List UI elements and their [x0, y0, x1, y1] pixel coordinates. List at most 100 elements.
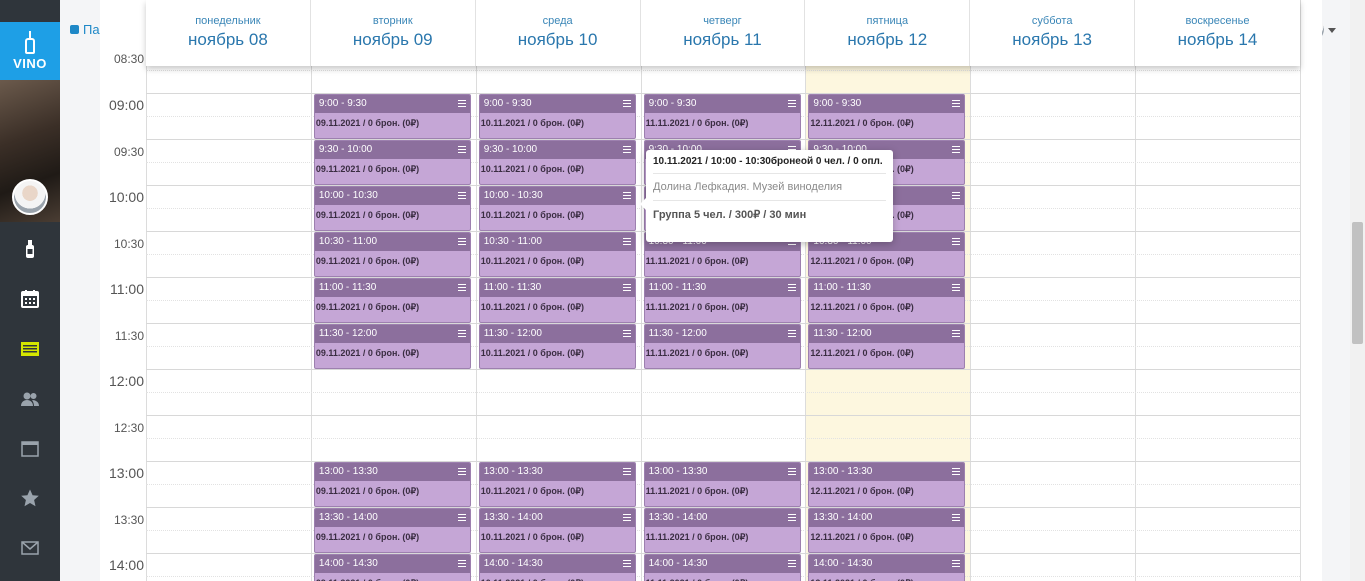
nav-item-mail[interactable] — [0, 528, 60, 568]
menu-icon[interactable] — [622, 468, 631, 475]
event-slot[interactable]: 10:30 - 11:00 10.11.2021 / 0 брон. (0₽) — [478, 232, 636, 277]
menu-icon[interactable] — [952, 192, 961, 199]
event-time-label: 11:30 - 12:00 — [318, 328, 378, 339]
event-slot[interactable]: 9:00 - 9:30 09.11.2021 / 0 брон. (0₽) — [313, 94, 471, 139]
event-slot[interactable]: 9:30 - 10:00 10.11.2021 / 0 брон. (0₽) — [478, 140, 636, 185]
event-time: 11:30 - 12:00 — [644, 325, 800, 343]
event-slot[interactable]: 14:00 - 14:30 11.11.2021 / 0 брон. (0₽) — [643, 554, 801, 581]
menu-icon[interactable] — [457, 468, 466, 475]
event-summary: 10.11.2021 / 0 брон. (0₽) — [480, 118, 584, 128]
event-time-label: 13:30 - 14:00 — [813, 512, 873, 523]
event-slot[interactable]: 13:00 - 13:30 10.11.2021 / 0 брон. (0₽) — [478, 462, 636, 507]
event-slot[interactable]: 11:00 - 11:30 12.11.2021 / 0 брон. (0₽) — [808, 278, 966, 323]
menu-icon[interactable] — [622, 284, 631, 291]
nav-item-calendar[interactable] — [0, 279, 60, 319]
day-header[interactable]: четверг ноябрь 11 — [641, 0, 806, 66]
event-time: 13:30 - 14:00 — [644, 509, 800, 527]
menu-icon[interactable] — [622, 330, 631, 337]
menu-icon[interactable] — [787, 514, 796, 521]
nav-item-users[interactable] — [0, 379, 60, 419]
event-slot[interactable]: 11:30 - 12:00 12.11.2021 / 0 брон. (0₽) — [808, 324, 966, 369]
menu-icon[interactable] — [952, 560, 961, 567]
event-time: 10:00 - 10:30 — [314, 187, 470, 205]
event-slot[interactable]: 9:30 - 10:00 09.11.2021 / 0 брон. (0₽) — [313, 140, 471, 185]
day-header[interactable]: вторник ноябрь 09 — [311, 0, 476, 66]
menu-icon[interactable] — [952, 284, 961, 291]
event-summary: 12.11.2021 / 0 брон. (0₽) — [810, 256, 914, 266]
column-divider — [146, 0, 147, 581]
event-slot[interactable]: 10:00 - 10:30 10.11.2021 / 0 брон. (0₽) — [478, 186, 636, 231]
menu-icon[interactable] — [952, 514, 961, 521]
menu-icon[interactable] — [622, 146, 631, 153]
menu-icon[interactable] — [457, 284, 466, 291]
sidebar: VINO — [0, 0, 60, 581]
event-time-label: 10:00 - 10:30 — [483, 190, 543, 201]
event-summary: 10.11.2021 / 0 брон. (0₽) — [480, 348, 584, 358]
event-slot[interactable]: 11:30 - 12:00 11.11.2021 / 0 брон. (0₽) — [643, 324, 801, 369]
menu-icon[interactable] — [952, 238, 961, 245]
event-slot[interactable]: 13:00 - 13:30 12.11.2021 / 0 брон. (0₽) — [808, 462, 966, 507]
column-divider — [1135, 0, 1137, 581]
menu-icon[interactable] — [457, 100, 466, 107]
day-of-week: четверг — [703, 15, 742, 27]
menu-icon[interactable] — [787, 560, 796, 567]
menu-icon[interactable] — [457, 560, 466, 567]
event-slot[interactable]: 9:00 - 9:30 12.11.2021 / 0 брон. (0₽) — [808, 94, 966, 139]
menu-icon[interactable] — [622, 192, 631, 199]
menu-icon[interactable] — [787, 330, 796, 337]
nav-item-favorites[interactable] — [0, 478, 60, 518]
nav-item-list[interactable] — [0, 329, 60, 369]
menu-icon[interactable] — [952, 100, 961, 107]
event-slot[interactable]: 13:30 - 14:00 10.11.2021 / 0 брон. (0₽) — [478, 508, 636, 553]
menu-icon[interactable] — [952, 468, 961, 475]
event-time-label: 11:30 - 12:00 — [813, 328, 872, 339]
event-slot[interactable]: 11:00 - 11:30 09.11.2021 / 0 брон. (0₽) — [313, 278, 471, 323]
menu-icon[interactable] — [457, 146, 466, 153]
event-time: 11:00 - 11:30 — [644, 279, 800, 297]
event-slot[interactable]: 13:30 - 14:00 11.11.2021 / 0 брон. (0₽) — [643, 508, 801, 553]
event-slot[interactable]: 10:30 - 11:00 09.11.2021 / 0 брон. (0₽) — [313, 232, 471, 277]
event-slot[interactable]: 10:00 - 10:30 09.11.2021 / 0 брон. (0₽) — [313, 186, 471, 231]
event-slot[interactable]: 14:00 - 14:30 09.11.2021 / 0 брон. (0₽) — [313, 554, 471, 581]
user-avatar[interactable] — [12, 179, 48, 215]
nav-item-window[interactable] — [0, 429, 60, 469]
event-slot[interactable]: 9:00 - 9:30 10.11.2021 / 0 брон. (0₽) — [478, 94, 636, 139]
day-header[interactable]: пятница ноябрь 12 — [805, 0, 971, 66]
event-summary: 10.11.2021 / 0 брон. (0₽) — [480, 573, 635, 581]
menu-icon[interactable] — [457, 514, 466, 521]
event-slot[interactable]: 11:30 - 12:00 09.11.2021 / 0 брон. (0₽) — [313, 324, 471, 369]
menu-icon[interactable] — [622, 100, 631, 107]
menu-icon[interactable] — [787, 468, 796, 475]
menu-icon[interactable] — [622, 560, 631, 567]
event-slot[interactable]: 14:00 - 14:30 10.11.2021 / 0 брон. (0₽) — [478, 554, 636, 581]
event-slot[interactable]: 11:00 - 11:30 11.11.2021 / 0 брон. (0₽) — [643, 278, 801, 323]
event-slot[interactable]: 11:30 - 12:00 10.11.2021 / 0 брон. (0₽) — [478, 324, 636, 369]
event-slot[interactable]: 11:00 - 11:30 10.11.2021 / 0 брон. (0₽) — [478, 278, 636, 323]
day-header[interactable]: воскресенье ноябрь 14 — [1135, 0, 1300, 66]
menu-icon[interactable] — [622, 238, 631, 245]
menu-icon[interactable] — [787, 284, 796, 291]
day-header[interactable]: суббота ноябрь 13 — [970, 0, 1136, 66]
menu-icon[interactable] — [952, 330, 961, 337]
menu-icon[interactable] — [622, 514, 631, 521]
event-slot[interactable]: 14:00 - 14:30 12.11.2021 / 0 брон. (0₽) — [808, 554, 966, 581]
event-time: 11:00 - 11:30 — [809, 279, 965, 297]
event-slot[interactable]: 13:30 - 14:00 09.11.2021 / 0 брон. (0₽) — [313, 508, 471, 553]
event-time: 11:30 - 12:00 — [809, 325, 965, 343]
scrollbar-thumb[interactable] — [1352, 222, 1363, 344]
menu-icon[interactable] — [457, 330, 466, 337]
menu-icon[interactable] — [457, 192, 466, 199]
day-header[interactable]: среда ноябрь 10 — [476, 0, 641, 66]
event-slot[interactable]: 9:00 - 9:30 11.11.2021 / 0 брон. (0₽) — [643, 94, 801, 139]
menu-icon[interactable] — [787, 100, 796, 107]
menu-icon[interactable] — [952, 146, 961, 153]
app-logo[interactable]: VINO — [0, 22, 60, 80]
day-header[interactable]: понедельник ноябрь 08 — [146, 0, 311, 66]
event-slot[interactable]: 13:00 - 13:30 09.11.2021 / 0 брон. (0₽) — [313, 462, 471, 507]
event-slot[interactable]: 13:00 - 13:30 11.11.2021 / 0 брон. (0₽) — [643, 462, 801, 507]
grid-line — [146, 438, 1300, 439]
event-slot[interactable]: 13:30 - 14:00 12.11.2021 / 0 брон. (0₽) — [808, 508, 966, 553]
chevron-down-icon[interactable] — [1328, 28, 1336, 33]
menu-icon[interactable] — [457, 238, 466, 245]
nav-item-products[interactable] — [0, 229, 60, 269]
